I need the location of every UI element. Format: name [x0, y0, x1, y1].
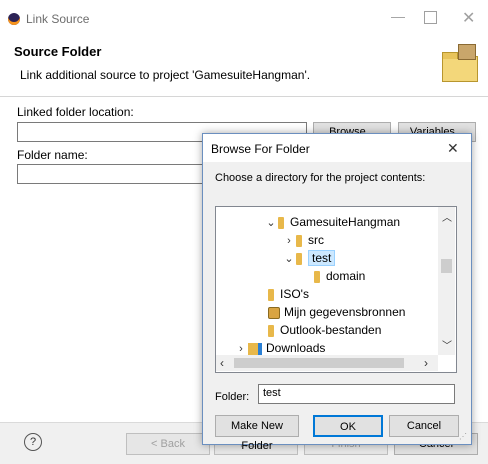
folder-name-label: Folder name:	[17, 148, 88, 162]
scroll-right-icon[interactable]: ›	[424, 356, 428, 370]
main-title-bar: Link Source — ✕	[0, 0, 488, 36]
dialog-close-icon[interactable]: ✕	[447, 140, 459, 157]
dialog-title: Browse For Folder	[211, 142, 310, 156]
resize-grip-icon[interactable]: ⋰	[459, 432, 467, 441]
folder-icon	[268, 288, 274, 301]
page-description: Link additional source to project 'Games…	[20, 68, 311, 82]
linked-folder-label: Linked folder location:	[17, 105, 134, 119]
horizontal-scroll-thumb[interactable]	[234, 358, 404, 368]
folder-icon	[296, 234, 302, 247]
folder-icon	[296, 252, 302, 265]
folder-icon	[314, 270, 320, 283]
datasource-icon	[268, 306, 280, 319]
folder-icon	[268, 324, 274, 337]
back-button[interactable]: < Back	[126, 433, 210, 455]
scroll-down-icon[interactable]: ﹀	[442, 337, 452, 352]
folder-tree[interactable]: ⌄ GamesuiteHangman › src ⌄ test domain ISO'…	[215, 206, 457, 373]
folder-field[interactable]: test	[258, 384, 455, 404]
tree-vertical-scrollbar[interactable]: ︿ ﹀	[438, 207, 455, 355]
minimize-icon[interactable]: —	[387, 8, 409, 28]
maximize-icon[interactable]	[424, 11, 437, 24]
page-title: Source Folder	[14, 44, 102, 59]
tree-item-mijn-gegevensbronnen[interactable]: Mijn gegevensbronnen	[268, 303, 405, 321]
download-folder-icon	[248, 342, 262, 355]
scroll-thumb[interactable]	[441, 259, 452, 273]
chevron-right-icon[interactable]: ›	[282, 232, 296, 250]
dialog-cancel-button[interactable]: Cancel	[389, 415, 459, 437]
window-title: Link Source	[26, 12, 90, 26]
eclipse-logo-icon	[8, 13, 20, 25]
tree-item-domain[interactable]: domain	[314, 267, 365, 285]
tree-item-test[interactable]: ⌄ test	[282, 249, 336, 268]
dialog-title-bar: Browse For Folder ✕	[203, 134, 471, 162]
ok-button[interactable]: OK	[313, 415, 383, 437]
wizard-header: Source Folder Link additional source to …	[0, 36, 488, 97]
tree-item-src[interactable]: › src	[282, 231, 324, 249]
tree-item-isos[interactable]: ISO's	[268, 285, 309, 303]
tree-item-outlook-bestanden[interactable]: Outlook-bestanden	[268, 321, 381, 339]
folder-icon	[278, 216, 284, 229]
chevron-down-icon[interactable]: ⌄	[282, 250, 296, 268]
dialog-description: Choose a directory for the project conte…	[215, 172, 426, 184]
help-icon[interactable]: ?	[24, 433, 42, 451]
scroll-up-icon[interactable]: ︿	[442, 209, 452, 224]
browse-dialog: Browse For Folder ✕ Choose a directory f…	[202, 133, 472, 452]
tree-horizontal-scrollbar[interactable]: ‹ ›	[216, 355, 438, 371]
close-icon[interactable]: ✕	[462, 8, 475, 28]
tree-item-gamesuitehangman[interactable]: ⌄ GamesuiteHangman	[264, 213, 400, 231]
folder-banner-icon	[440, 44, 480, 82]
tree-item-test-label: test	[308, 250, 336, 266]
scroll-left-icon[interactable]: ‹	[220, 356, 224, 370]
folder-field-value: test	[263, 387, 281, 399]
make-new-folder-button[interactable]: Make New Folder	[215, 415, 299, 452]
folder-field-label: Folder:	[215, 391, 250, 403]
chevron-down-icon[interactable]: ⌄	[264, 214, 278, 232]
